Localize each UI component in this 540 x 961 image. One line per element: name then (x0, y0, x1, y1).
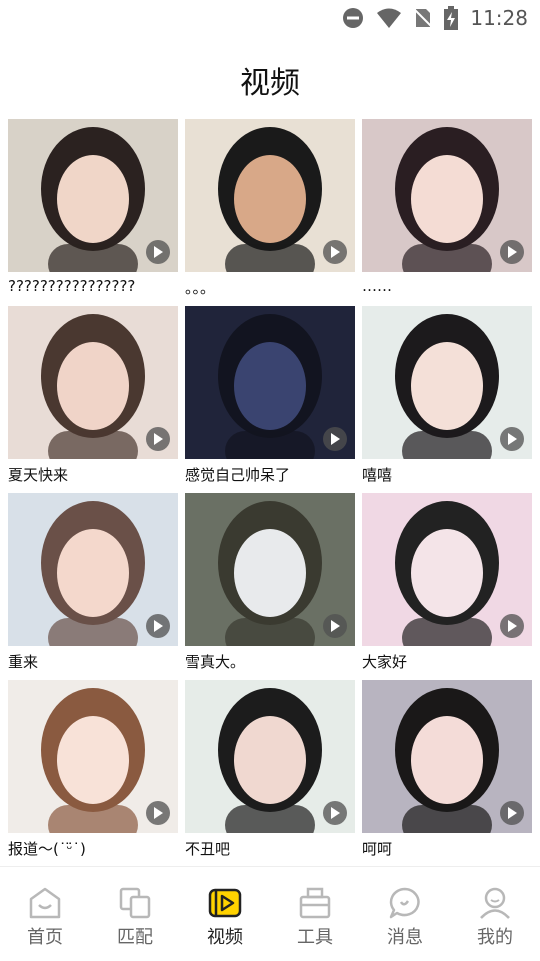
video-card[interactable]: 呵呵 (362, 680, 532, 860)
video-caption: ???????????????? (8, 277, 136, 295)
video-caption: 雪真大。 (185, 653, 246, 671)
video-thumbnail[interactable] (362, 493, 532, 646)
play-icon[interactable] (323, 614, 347, 638)
video-thumbnail[interactable] (362, 119, 532, 272)
video-caption: 感觉自己帅呆了 (185, 466, 291, 484)
do-not-disturb-icon (343, 8, 364, 28)
tab-messages[interactable]: 消息 (360, 867, 450, 961)
play-icon[interactable] (500, 614, 524, 638)
play-icon[interactable] (500, 240, 524, 264)
video-card[interactable]: 夏天快来 (8, 306, 178, 486)
video-caption: 呵呵 (362, 840, 393, 858)
video-thumbnail[interactable] (8, 306, 178, 459)
profile-icon (480, 887, 510, 919)
video-thumbnail[interactable] (8, 493, 178, 646)
play-icon[interactable] (146, 614, 170, 638)
message-icon (389, 887, 420, 919)
tab-tools[interactable]: 工具 (270, 867, 360, 961)
page-title: 视频 (240, 66, 300, 101)
video-thumbnail[interactable] (185, 119, 355, 272)
video-caption: 报道～(˙ᵕ̈˙) (8, 840, 86, 858)
play-icon[interactable] (323, 240, 347, 264)
bottom-tab-bar: 首页 匹配 视频 工具 消息 我的 (0, 866, 540, 961)
video-thumbnail[interactable] (185, 306, 355, 459)
tab-label: 工具 (297, 927, 333, 948)
video-card[interactable]: 报道～(˙ᵕ̈˙) (8, 680, 178, 860)
match-icon (119, 887, 151, 919)
play-icon[interactable] (500, 427, 524, 451)
video-icon (208, 888, 242, 918)
video-card[interactable]: …… (362, 119, 532, 299)
video-thumbnail[interactable] (185, 493, 355, 646)
video-caption: 。。。 (185, 279, 216, 297)
video-caption: 嘻嘻 (362, 466, 393, 484)
home-icon (29, 887, 61, 919)
tab-label: 匹配 (117, 927, 153, 948)
video-caption: 夏天快来 (8, 466, 69, 484)
video-card[interactable]: 。。。 (185, 119, 355, 299)
video-thumbnail[interactable] (8, 680, 178, 833)
video-thumbnail[interactable] (8, 119, 178, 272)
video-card[interactable]: ???????????????? (8, 119, 178, 299)
play-icon[interactable] (500, 801, 524, 825)
video-card[interactable]: 雪真大。 (185, 493, 355, 673)
status-icons: 11:28 (342, 6, 528, 30)
status-time: 11:28 (470, 6, 528, 30)
video-caption: …… (362, 277, 392, 295)
video-thumbnail[interactable] (362, 306, 532, 459)
video-card[interactable]: 重来 (8, 493, 178, 673)
play-icon[interactable] (323, 801, 347, 825)
play-icon[interactable] (146, 427, 170, 451)
video-caption: 重来 (8, 653, 39, 671)
play-icon[interactable] (323, 427, 347, 451)
play-icon[interactable] (146, 240, 170, 264)
status-bar: 11:28 (0, 0, 540, 36)
tools-icon (299, 887, 331, 919)
video-thumbnail[interactable] (185, 680, 355, 833)
video-grid[interactable]: ???????????????? 。。。 …… 夏天快来 感觉自己帅呆了 嘻嘻重来 雪真大。… (8, 119, 532, 865)
no-sim-icon (414, 8, 433, 28)
tab-video[interactable]: 视频 (180, 867, 270, 961)
tab-label: 消息 (387, 927, 423, 948)
tab-label: 视频 (207, 927, 243, 948)
tab-match[interactable]: 匹配 (90, 867, 180, 961)
video-card[interactable]: 不丑吧 (185, 680, 355, 860)
tab-home[interactable]: 首页 (0, 867, 90, 961)
wifi-icon (377, 8, 402, 28)
video-thumbnail[interactable] (362, 680, 532, 833)
video-caption: 大家好 (362, 653, 408, 671)
video-card[interactable]: 大家好 (362, 493, 532, 673)
video-caption: 不丑吧 (185, 840, 231, 858)
video-card[interactable]: 嘻嘻 (362, 306, 532, 486)
tab-label: 首页 (27, 927, 63, 948)
play-icon[interactable] (146, 801, 170, 825)
battery-charging-icon (444, 6, 459, 30)
video-card[interactable]: 感觉自己帅呆了 (185, 306, 355, 486)
tab-profile[interactable]: 我的 (450, 867, 540, 961)
tab-label: 我的 (477, 927, 513, 948)
